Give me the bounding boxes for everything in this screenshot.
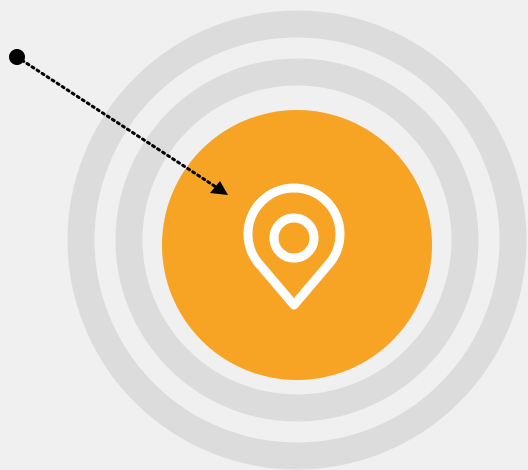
location-target-illustration <box>0 0 528 470</box>
illustration-canvas <box>9 10 527 470</box>
dot-marker-icon <box>9 49 25 65</box>
target-disc <box>162 110 432 380</box>
